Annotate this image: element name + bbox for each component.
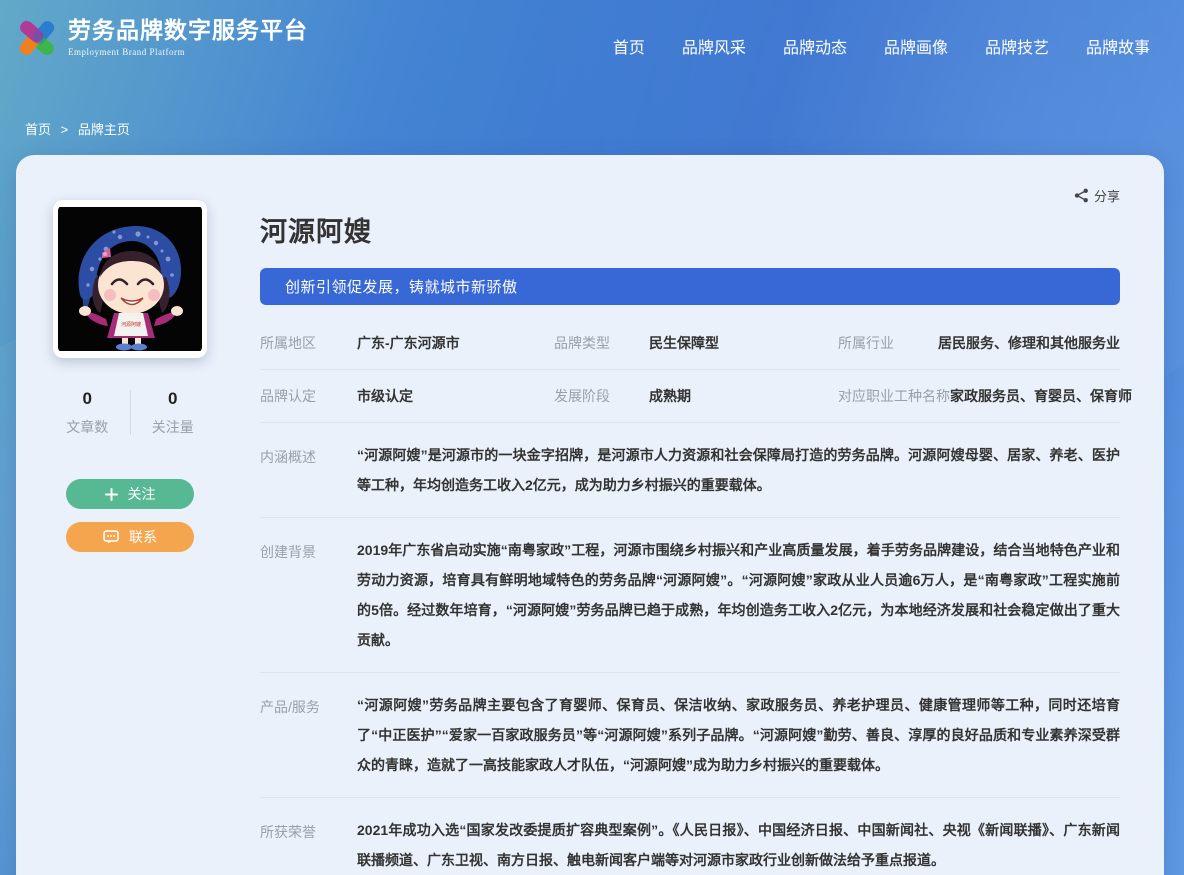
platform-title: 劳务品牌数字服务平台: [68, 13, 308, 47]
nav-item-brand-style[interactable]: 品牌风采: [682, 34, 746, 58]
section-background-text: 2019年广东省启动实施“南粤家政”工程，河源市围绕乡村振兴和产业高质量发展，着…: [357, 535, 1120, 655]
logo-text: 劳务品牌数字服务平台 Employment Brand Platform: [68, 13, 308, 57]
followers-count: 0: [131, 388, 216, 410]
field-brand-type-label: 品牌类型: [554, 333, 649, 353]
followers-label: 关注量: [131, 417, 216, 437]
brand-avatar: 河源阿嫂: [53, 200, 207, 358]
field-certification-value: 市级认定: [357, 386, 413, 406]
breadcrumb: 首页 > 品牌主页: [25, 119, 130, 138]
section-products-text: “河源阿嫂”劳务品牌主要包含了育婴师、保育员、保洁收纳、家政服务员、养老护理员、…: [357, 690, 1120, 780]
articles-count: 0: [45, 388, 130, 410]
contact-button-label: 联系: [129, 527, 157, 547]
brand-slogan-banner: 创新引领促发展，铸就城市新骄傲: [260, 268, 1120, 305]
info-row-2: 品牌认定 市级认定 发展阶段 成熟期 对应职业工种名称 家政服务员、育婴员、保育…: [260, 370, 1120, 423]
platform-subtitle: Employment Brand Platform: [68, 47, 308, 57]
brand-name-title: 河源阿嫂: [260, 210, 1120, 249]
svg-text:河源阿嫂: 河源阿嫂: [121, 321, 141, 328]
field-industry: 所属行业 居民服务、修理和其他服务业: [838, 333, 1120, 353]
contact-button[interactable]: 联系: [66, 522, 194, 552]
section-honors-label: 所获荣誉: [260, 815, 357, 875]
field-dev-stage: 发展阶段 成熟期: [554, 386, 838, 406]
field-occupations-value: 家政服务员、育婴员、保育师: [950, 386, 1132, 406]
stat-followers: 0 关注量: [131, 388, 216, 437]
field-occupations-label: 对应职业工种名称: [838, 386, 950, 406]
section-honors: 所获荣誉 2021年成功入选“国家发改委提质扩容典型案例”。《人民日报》、中国经…: [260, 798, 1120, 875]
field-brand-type-value: 民生保障型: [649, 333, 719, 353]
share-button[interactable]: 分享: [1074, 185, 1120, 205]
field-region: 所属地区 广东-广东河源市: [260, 333, 554, 353]
section-connotation-text: “河源阿嫂”是河源市的一块金字招牌，是河源市人力资源和社会保障局打造的劳务品牌。…: [357, 440, 1120, 500]
field-industry-label: 所属行业: [838, 333, 894, 353]
nav-item-brand-skill[interactable]: 品牌技艺: [985, 34, 1049, 58]
field-dev-stage-value: 成熟期: [649, 386, 691, 406]
brand-mascot-image: 河源阿嫂: [58, 205, 202, 353]
profile-sidebar: 河源阿嫂 0 文章数 0 关注量 关注: [16, 155, 244, 875]
header: 劳务品牌数字服务平台 Employment Brand Platform 首页 …: [0, 0, 1184, 90]
nav-item-home[interactable]: 首页: [613, 34, 645, 58]
field-brand-type: 品牌类型 民生保障型: [554, 333, 838, 353]
section-connotation-label: 内涵概述: [260, 440, 357, 500]
breadcrumb-separator: >: [61, 122, 69, 137]
section-connotation: 内涵概述 “河源阿嫂”是河源市的一块金字招牌，是河源市人力资源和社会保障局打造的…: [260, 423, 1120, 518]
nav-item-brand-story[interactable]: 品牌故事: [1086, 34, 1150, 58]
field-industry-value: 居民服务、修理和其他服务业: [938, 333, 1120, 353]
field-occupations: 对应职业工种名称 家政服务员、育婴员、保育师: [838, 386, 1120, 406]
nav-item-brand-portrait[interactable]: 品牌画像: [884, 34, 948, 58]
articles-label: 文章数: [45, 417, 130, 437]
section-honors-text: 2021年成功入选“国家发改委提质扩容典型案例”。《人民日报》、中国经济日报、中…: [357, 815, 1120, 875]
section-products-label: 产品/服务: [260, 690, 357, 780]
follow-button[interactable]: 关注: [66, 479, 194, 509]
brand-profile-card: 河源阿嫂 0 文章数 0 关注量 关注: [16, 155, 1164, 875]
share-label: 分享: [1094, 186, 1120, 205]
share-row: 分享: [260, 185, 1120, 205]
section-background-label: 创建背景: [260, 535, 357, 655]
section-products: 产品/服务 “河源阿嫂”劳务品牌主要包含了育婴师、保育员、保洁收纳、家政服务员、…: [260, 673, 1120, 798]
field-dev-stage-label: 发展阶段: [554, 386, 649, 406]
profile-stats: 0 文章数 0 关注量: [45, 388, 215, 437]
share-icon: [1074, 188, 1089, 203]
platform-logo[interactable]: 劳务品牌数字服务平台 Employment Brand Platform: [14, 13, 308, 61]
stat-articles: 0 文章数: [45, 388, 130, 437]
plus-icon: [105, 488, 118, 501]
field-region-value: 广东-广东河源市: [357, 333, 460, 353]
breadcrumb-current: 品牌主页: [78, 122, 130, 137]
breadcrumb-home-link[interactable]: 首页: [25, 122, 51, 137]
section-background: 创建背景 2019年广东省启动实施“南粤家政”工程，河源市围绕乡村振兴和产业高质…: [260, 518, 1120, 673]
follow-button-label: 关注: [128, 484, 156, 504]
field-certification-label: 品牌认定: [260, 386, 357, 406]
brand-info-table: 所属地区 广东-广东河源市 品牌类型 民生保障型 所属行业 居民服务、修理和其他…: [260, 317, 1120, 875]
chat-icon: [103, 530, 119, 544]
nav-item-brand-news[interactable]: 品牌动态: [783, 34, 847, 58]
main-nav: 首页 品牌风采 品牌动态 品牌画像 品牌技艺 品牌故事: [613, 13, 1150, 58]
info-row-1: 所属地区 广东-广东河源市 品牌类型 民生保障型 所属行业 居民服务、修理和其他…: [260, 317, 1120, 370]
brand-detail-panel: 分享 河源阿嫂 创新引领促发展，铸就城市新骄傲 所属地区 广东-广东河源市 品牌…: [244, 155, 1164, 875]
field-region-label: 所属地区: [260, 333, 357, 353]
field-certification: 品牌认定 市级认定: [260, 386, 554, 406]
logo-knot-icon: [14, 15, 60, 61]
